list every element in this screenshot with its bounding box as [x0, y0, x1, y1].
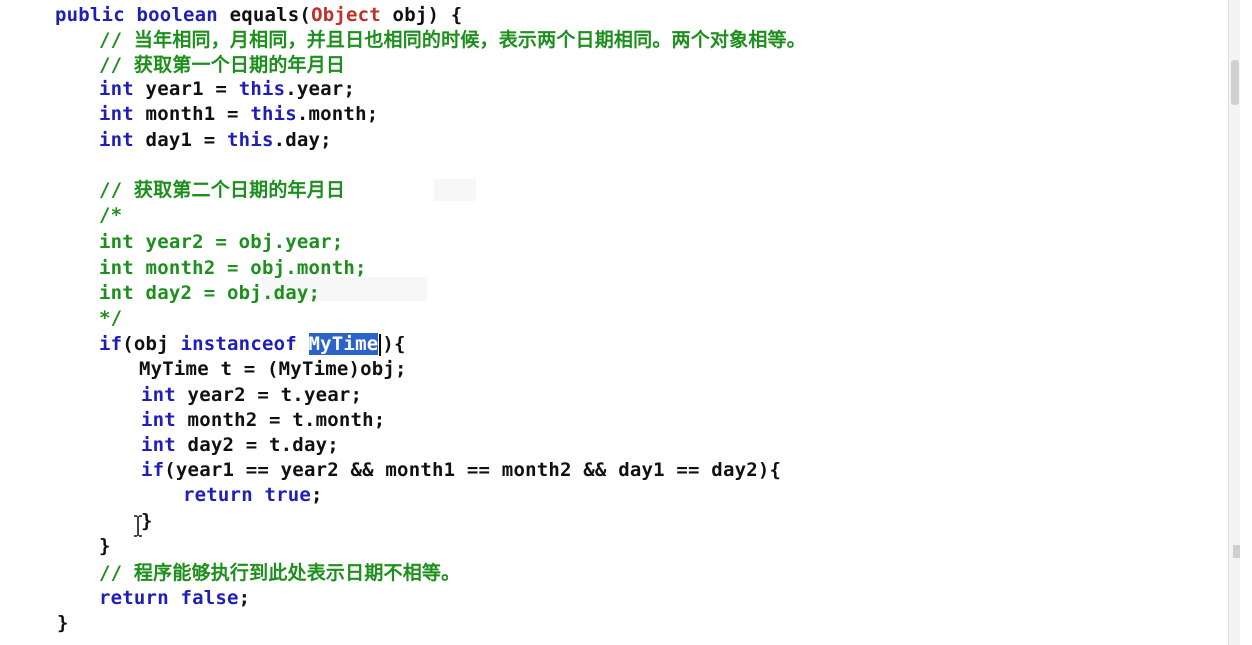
- code-line[interactable]: int day1 = this.day;: [99, 128, 332, 152]
- code-line[interactable]: if(obj instanceof MyTime){: [99, 332, 406, 356]
- code-token: int: [141, 434, 176, 456]
- code-token: if: [99, 333, 123, 355]
- code-token: .year;: [285, 78, 356, 100]
- selected-text: MyTime: [308, 333, 379, 355]
- code-token: ){: [382, 333, 406, 355]
- scrollbar-thumb[interactable]: [1231, 60, 1239, 105]
- code-token: int: [99, 78, 134, 100]
- code-token: int month2 = obj.month;: [99, 257, 367, 279]
- code-token: int year2 = obj.year;: [99, 231, 344, 253]
- code-line[interactable]: return false;: [99, 586, 250, 610]
- code-editor[interactable]: public boolean equals(Object obj) {// 当年…: [0, 0, 1240, 645]
- code-line[interactable]: }: [57, 611, 69, 635]
- code-token: .month;: [296, 103, 379, 125]
- code-line[interactable]: // 程序能够执行到此处表示日期不相等。: [99, 561, 460, 585]
- code-line[interactable]: int year2 = obj.year;: [99, 230, 343, 254]
- code-token: year1 =: [133, 78, 239, 100]
- faint-highlight: [434, 179, 476, 201]
- code-line[interactable]: MyTime t = (MyTime)obj;: [139, 357, 407, 381]
- code-token: */: [99, 307, 123, 329]
- code-line[interactable]: int month2 = t.month;: [141, 408, 385, 432]
- code-line[interactable]: int year1 = this.year;: [99, 77, 355, 101]
- code-line[interactable]: int day2 = obj.day;: [99, 281, 320, 305]
- code-token: int: [141, 384, 176, 406]
- code-token: // 获取第二个日期的年月日: [99, 179, 346, 201]
- code-token: int: [141, 409, 176, 431]
- code-token: month2 = t.month;: [175, 409, 386, 431]
- code-token: return false: [99, 587, 239, 609]
- code-token: return true: [183, 484, 312, 506]
- scrollbar-marker: [1233, 545, 1240, 558]
- code-token: year2 = t.year;: [175, 384, 363, 406]
- code-line[interactable]: int month2 = obj.month;: [99, 256, 367, 280]
- code-line[interactable]: return true;: [183, 483, 323, 507]
- code-token: this: [227, 129, 274, 151]
- code-token: }: [57, 612, 69, 634]
- code-token: day2 = t.day;: [175, 434, 339, 456]
- vertical-scrollbar[interactable]: [1228, 0, 1240, 645]
- code-line[interactable]: if(year1 == year2 && month1 == month2 &&…: [141, 458, 781, 482]
- code-token: instanceof: [180, 333, 297, 355]
- code-line[interactable]: int year2 = t.year;: [141, 383, 362, 407]
- code-token: int: [99, 103, 134, 125]
- code-token: .day;: [273, 129, 332, 151]
- code-token: // 当年相同，月相同，并且日也相同的时候，表示两个日期相同。两个对象相等。: [99, 29, 806, 51]
- code-token: (year1 == year2 && month1 == month2 && d…: [164, 459, 782, 481]
- code-line[interactable]: // 获取第二个日期的年月日: [99, 178, 345, 202]
- code-token: public boolean: [55, 4, 218, 26]
- code-line[interactable]: int day2 = t.day;: [141, 433, 339, 457]
- code-token: (obj: [122, 333, 181, 355]
- code-token: // 获取第一个日期的年月日: [99, 54, 346, 76]
- code-token: }: [99, 535, 111, 557]
- code-token: obj) {: [380, 4, 463, 26]
- code-line[interactable]: // 当年相同，月相同，并且日也相同的时候，表示两个日期相同。两个对象相等。: [99, 28, 806, 52]
- code-token: if: [141, 459, 165, 481]
- code-line[interactable]: // 获取第一个日期的年月日: [99, 53, 345, 77]
- code-line[interactable]: */: [99, 306, 122, 330]
- code-token: this: [250, 103, 297, 125]
- code-token: int: [99, 129, 134, 151]
- code-token: this: [238, 78, 286, 100]
- code-token: month1 =: [133, 103, 251, 125]
- i-beam-cursor-icon: [132, 514, 144, 538]
- code-line[interactable]: public boolean equals(Object obj) {: [55, 3, 462, 27]
- code-token: day1 =: [133, 129, 228, 151]
- code-token: int day2 = obj.day;: [99, 282, 321, 304]
- code-token: MyTime t = (MyTime)obj;: [139, 358, 407, 380]
- code-token: /*: [99, 204, 123, 226]
- code-line[interactable]: int month1 = this.month;: [99, 102, 378, 126]
- code-token: Object: [311, 4, 381, 26]
- code-token: ;: [311, 484, 323, 506]
- code-line[interactable]: }: [99, 534, 111, 558]
- code-token: // 程序能够执行到此处表示日期不相等。: [99, 562, 461, 584]
- code-token: ;: [238, 587, 251, 609]
- code-line[interactable]: /*: [99, 203, 122, 227]
- code-token: equals(: [217, 4, 312, 26]
